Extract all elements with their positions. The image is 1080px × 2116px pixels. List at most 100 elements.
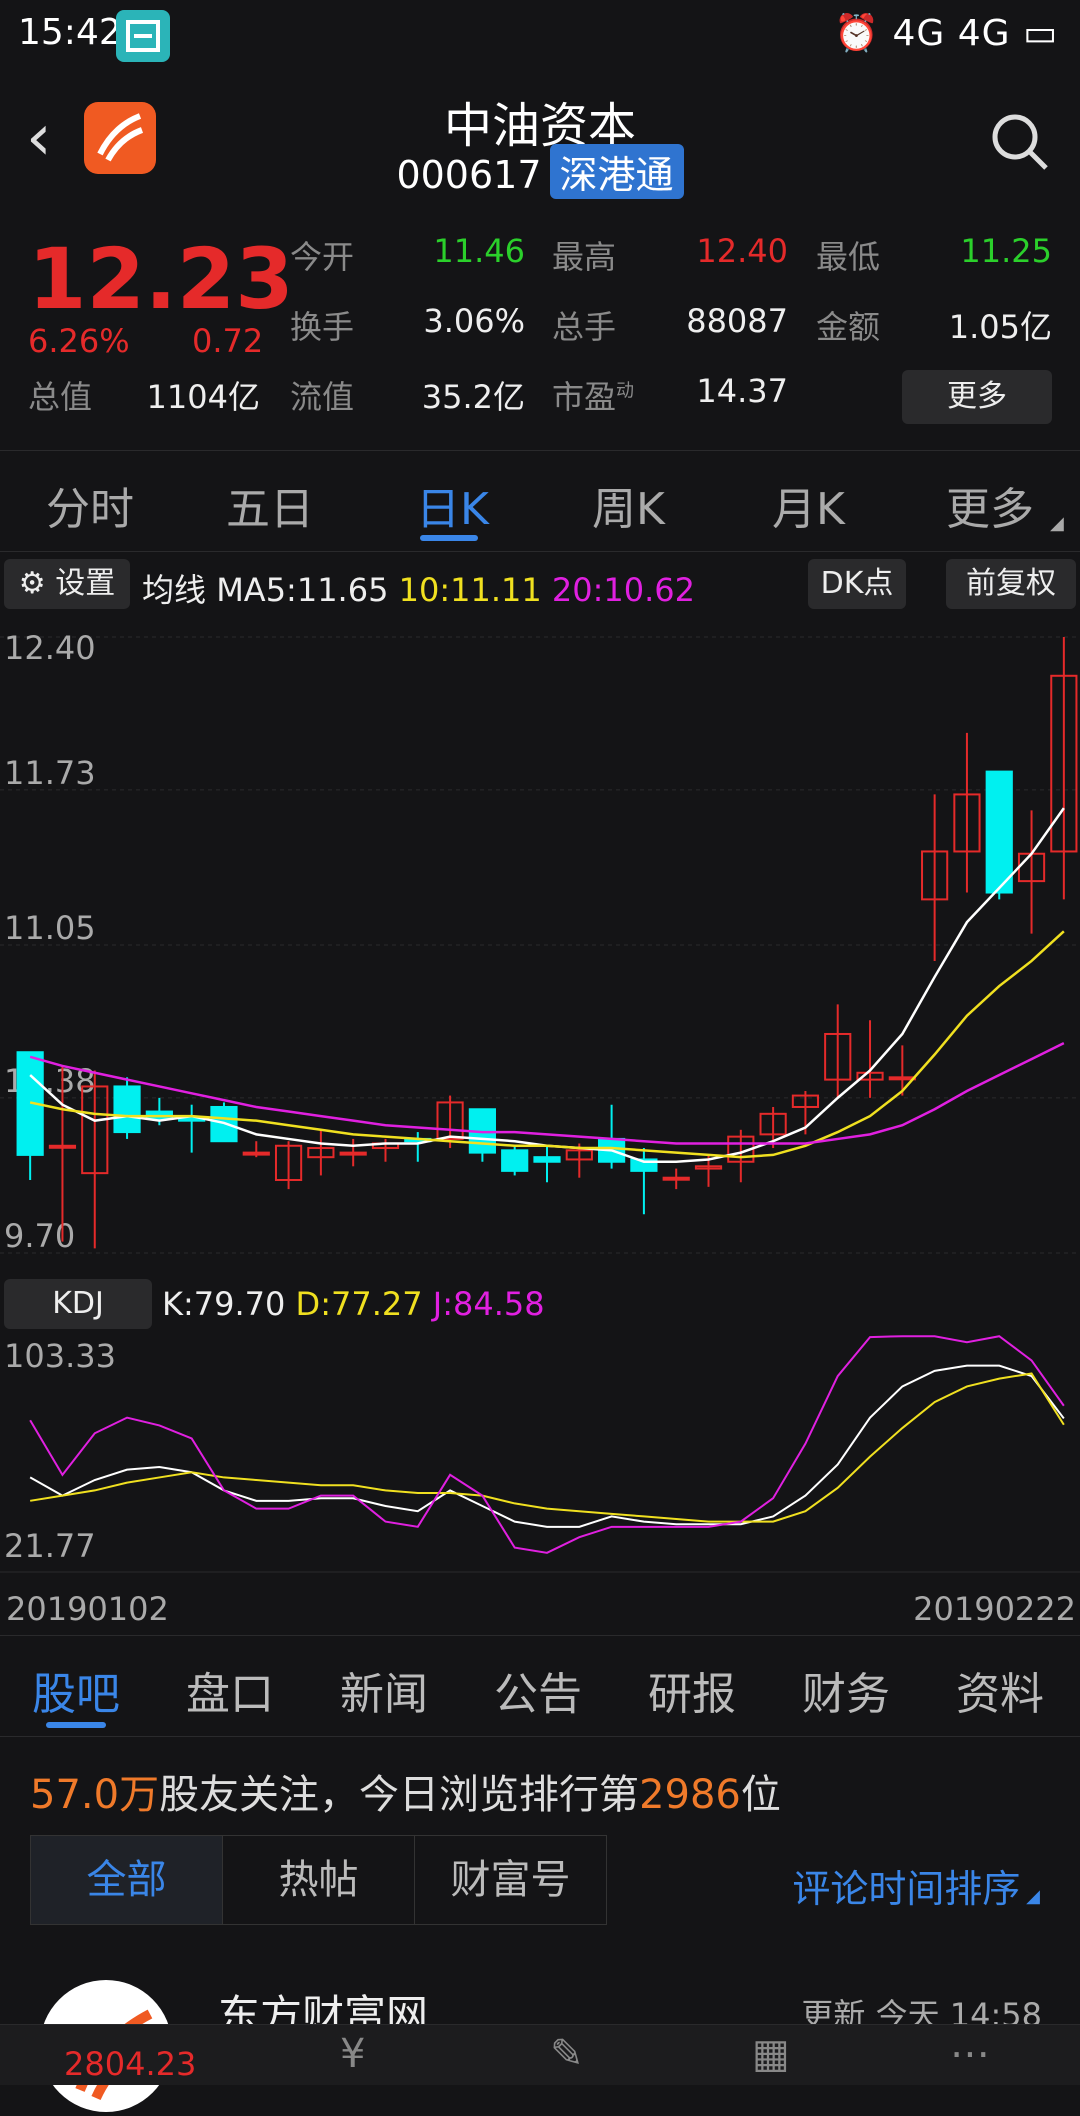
pe-label: 市盈动: [552, 372, 634, 418]
stock-header: ‹ 中油资本 000617 深港通: [0, 72, 1080, 202]
kdj-toolbar: KDJ K:79.70 D:77.27 J:84.58: [0, 1275, 1080, 1333]
kdj-d-line: [29, 1372, 1065, 1523]
start-date: 20190102: [6, 1590, 169, 1628]
kdj-tick-label: 103.33: [4, 1337, 116, 1375]
tab-monthly-k[interactable]: 月K: [772, 473, 845, 537]
candle-body: [501, 1149, 529, 1172]
kdj-tick-label: 21.77: [4, 1527, 96, 1565]
tab-profile[interactable]: 资料: [956, 1658, 1044, 1722]
last-price: 12.23: [28, 230, 294, 328]
dropdown-arrow-icon: ◢: [1020, 1886, 1040, 1907]
kdj-chart[interactable]: 103.33 21.77: [0, 1333, 1080, 1573]
fans-text: 股友关注，今日浏览排行第: [159, 1772, 640, 1818]
filter-wealth[interactable]: 财富号: [415, 1836, 606, 1924]
volume-label: 总手: [552, 308, 617, 346]
change-percent: 6.26%: [28, 322, 130, 360]
ma20-line: [29, 1041, 1065, 1145]
turnover-label: 换手: [290, 308, 355, 346]
gear-icon: ⚙: [18, 566, 56, 601]
candle-body: [662, 1176, 690, 1181]
market-tag: 深港通: [549, 144, 684, 199]
tab-daily-k[interactable]: 日K: [416, 473, 489, 537]
kdj-legend: K:79.70 D:77.27 J:84.58: [162, 1285, 545, 1323]
pe-dynamic-mark: 动: [616, 380, 635, 402]
change-amount: 0.72: [192, 322, 264, 360]
tab-more[interactable]: 更多: [946, 473, 1034, 537]
tab-five-day[interactable]: 五日: [226, 473, 314, 537]
tab-finance[interactable]: 财务: [802, 1658, 890, 1722]
more-icon[interactable]: ⋯: [950, 2031, 990, 2077]
dk-point-button[interactable]: DK点: [808, 559, 906, 609]
fans-count: 57.0万: [30, 1772, 160, 1818]
open-value: 11.46: [433, 232, 525, 270]
ma-label: 均线: [142, 571, 207, 609]
stock-code: 000617: [396, 153, 542, 197]
sort-dropdown[interactable]: 评论时间排序 ◢: [792, 1858, 1040, 1913]
index-value[interactable]: 2804.23: [64, 2045, 196, 2083]
candlestick-chart[interactable]: 12.4011.7311.0510.389.70: [0, 613, 1080, 1273]
tab-news[interactable]: 新闻: [340, 1658, 428, 1722]
chart-settings-button[interactable]: ⚙ 设置: [4, 559, 130, 609]
amount-value: 1.05亿: [948, 308, 1052, 346]
tab-announcements[interactable]: 公告: [494, 1658, 582, 1722]
kdj-k-line: [29, 1364, 1065, 1528]
active-tab-indicator: [420, 535, 478, 541]
tab-orderbook[interactable]: 盘口: [186, 1658, 274, 1722]
edit-icon[interactable]: ✎: [550, 2031, 584, 2077]
y-tick-label: 9.70: [4, 1217, 75, 1255]
low-label: 最低: [816, 238, 881, 276]
tab-forum[interactable]: 股吧: [32, 1658, 120, 1722]
tab-intraday[interactable]: 分时: [46, 473, 134, 537]
sort-label: 评论时间排序: [792, 1867, 1021, 1911]
pe-label-text: 市盈: [552, 378, 617, 416]
chart-toolbar: ⚙ 设置 均线 MA5:11.65 10:11.11 20:10.62 DK点 …: [0, 555, 1080, 613]
grid-icon[interactable]: ▦: [752, 2031, 790, 2077]
candle-body: [48, 1144, 77, 1149]
status-bar: 15:42 ⏰ 4G 4G ▭: [0, 0, 1080, 72]
tab-more-arrow-icon: ◢: [1050, 513, 1064, 534]
turnover-value: 3.06%: [423, 302, 525, 340]
candle-body: [242, 1151, 270, 1156]
trade-icon[interactable]: ¥: [340, 2031, 365, 2077]
ma20-value: 20:10.62: [551, 571, 695, 609]
search-icon[interactable]: [988, 110, 1050, 172]
adjust-button[interactable]: 前复权: [946, 559, 1076, 609]
scan-icon: [116, 10, 170, 62]
kdj-button[interactable]: KDJ: [4, 1279, 152, 1329]
period-tabs: 分时 五日 日K 周K 月K 更多 ◢: [0, 450, 1080, 552]
battery-icon: ▭: [1022, 13, 1058, 54]
high-label: 最高: [552, 238, 617, 276]
filter-hot[interactable]: 热帖: [223, 1836, 415, 1924]
rank-unit: 位: [740, 1772, 781, 1818]
candle-body: [985, 770, 1013, 894]
float-label: 流值: [290, 378, 355, 416]
settings-label: 设置: [55, 566, 116, 601]
tab-weekly-k[interactable]: 周K: [592, 473, 665, 537]
y-tick-label: 11.73: [4, 754, 96, 792]
volume-value: 88087: [686, 302, 788, 340]
ma5-line: [29, 807, 1065, 1163]
ma10-value: 10:11.11: [398, 571, 542, 609]
k-value: K:79.70: [162, 1285, 286, 1323]
date-axis: 20190102 20190222: [0, 1590, 1080, 1634]
j-value: J:84.58: [432, 1285, 545, 1323]
bottom-bar: 2804.23 ¥ ✎ ▦ ⋯: [0, 2024, 1080, 2085]
quote-more-button[interactable]: 更多: [902, 370, 1052, 424]
candle-body: [113, 1085, 141, 1134]
rank-value: 2986: [639, 1772, 741, 1818]
pe-value: 14.37: [696, 372, 788, 410]
post-filter: 全部 热帖 财富号: [30, 1835, 607, 1925]
d-value: D:77.27: [295, 1285, 423, 1323]
network-indicator: ⏰ 4G 4G ▭: [834, 12, 1058, 54]
y-tick-label: 12.40: [4, 629, 96, 667]
quote-panel: 12.23 6.26% 0.72 总值 1104亿 今开 11.46 最高 12…: [0, 220, 1080, 440]
ma-legend: 均线 MA5:11.65 10:11.11 20:10.62: [142, 565, 695, 611]
kdj-j-line: [29, 1335, 1065, 1554]
ma5-value: MA5:11.65: [216, 571, 389, 609]
tab-research[interactable]: 研报: [648, 1658, 736, 1722]
mktcap-value: 1104亿: [146, 378, 260, 416]
forum-stats: 57.0万股友关注，今日浏览排行第2986位: [30, 1762, 781, 1820]
low-value: 11.25: [960, 232, 1052, 270]
filter-all[interactable]: 全部: [31, 1836, 223, 1924]
candle-body: [533, 1156, 561, 1163]
